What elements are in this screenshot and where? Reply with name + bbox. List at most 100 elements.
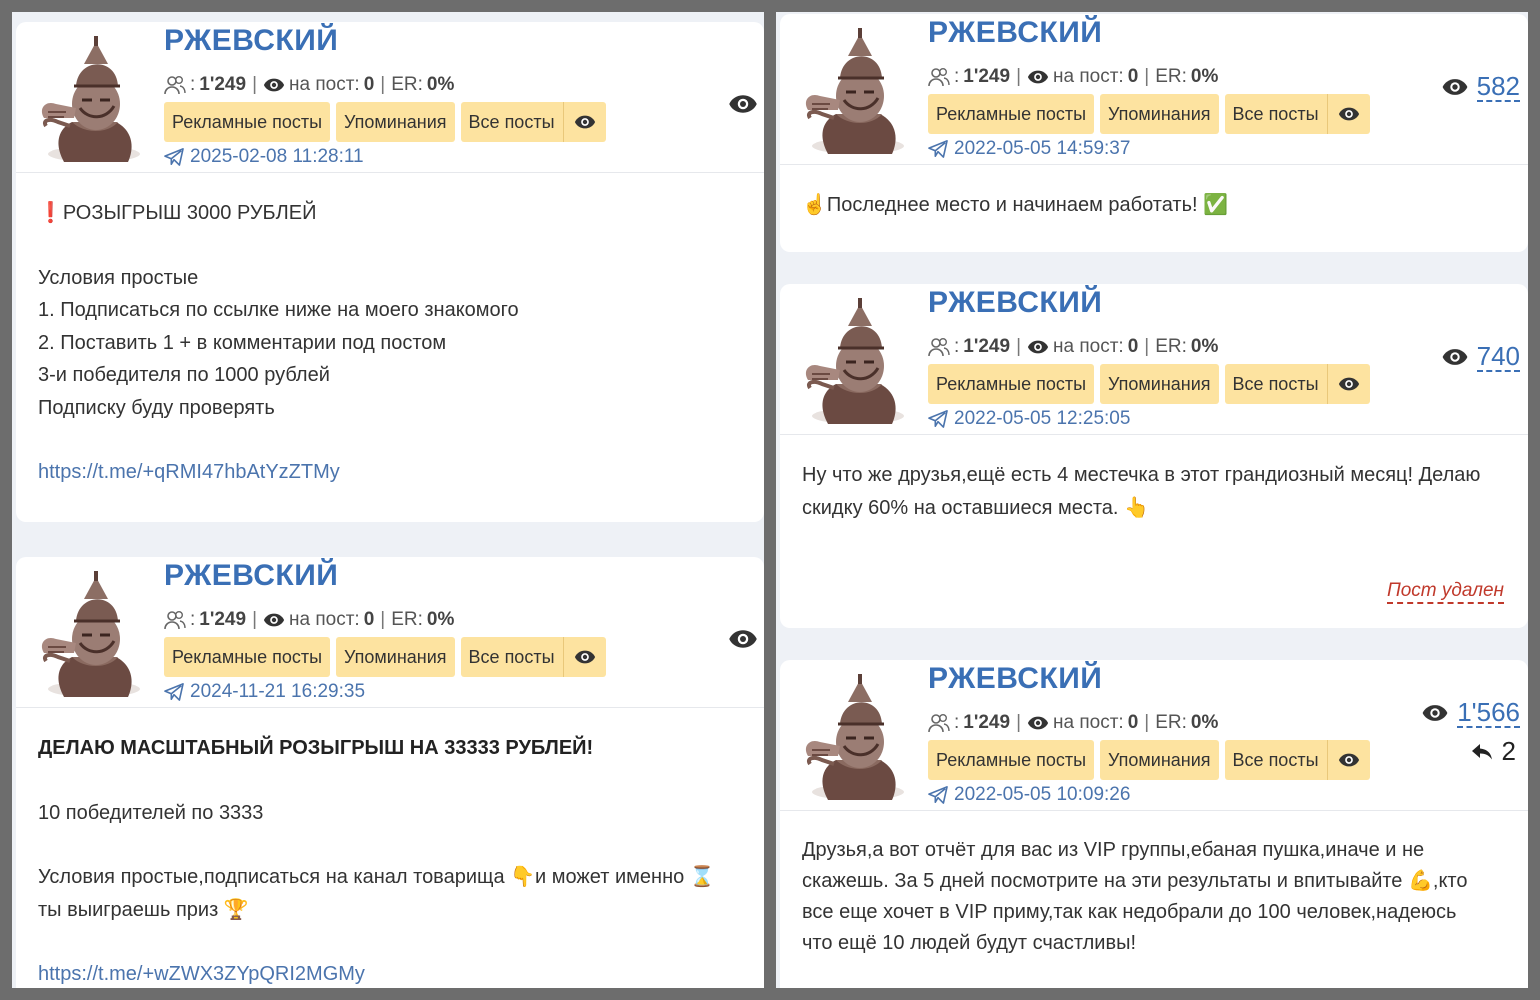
mentions-button[interactable]: Упоминания [336,102,455,142]
post-date[interactable]: 2022-05-05 12:25:05 [928,408,1130,430]
all-posts-button[interactable]: Все посты [1224,364,1327,404]
post-filter-buttons: Рекламные посты Упоминания Все посты [928,94,1370,134]
post-link[interactable]: https://t.me/+wZWX3ZYpQRI2MGMy [38,958,742,988]
reach-value: 0 [363,74,375,95]
views-counter: 740 [1441,342,1520,372]
post-date[interactable]: 2025-02-08 11:28:11 [164,146,364,168]
all-posts-group: Все посты [1224,364,1370,404]
channel-name[interactable]: РЖЕВСКИЙ [928,16,1102,50]
mentions-button[interactable]: Упоминания [1100,94,1219,134]
all-posts-button[interactable]: Все посты [460,102,563,142]
channel-stats: : 1'249 | на пост: 0 | ER: 0% [164,609,454,631]
view-toggle-eye-icon[interactable] [728,94,758,119]
ad-posts-button[interactable]: Рекламные посты [164,637,331,677]
post-line: скидку 60% на оставшиеся места. 👆 [802,496,1149,519]
post-card: РЖЕВСКИЙ : 1'249 | на пост: 0 | ER: 0% Р… [780,284,1528,628]
post-date-text: 2025-02-08 11:28:11 [190,146,364,167]
all-posts-button[interactable]: Все посты [1224,740,1327,780]
telegram-icon [164,148,184,166]
post-line: Подписку буду проверять [38,396,275,419]
ad-posts-button[interactable]: Рекламные посты [164,102,331,142]
telegram-icon [928,786,948,804]
ad-posts-button[interactable]: Рекламные посты [928,94,1095,134]
all-posts-eye-button[interactable] [1326,94,1370,134]
all-posts-button[interactable]: Все посты [460,637,563,677]
channel-name[interactable]: РЖЕВСКИЙ [164,24,338,58]
views-count[interactable]: 582 [1476,72,1520,102]
reach-value: 0 [1127,66,1139,87]
subscribers-icon [928,67,950,87]
views-counter: 582 [1441,72,1520,102]
eye-icon [1441,348,1469,366]
all-posts-eye-button[interactable] [1326,740,1370,780]
eye-icon [263,77,285,93]
eye-icon [1338,106,1360,122]
reach-label: на пост: [289,609,360,630]
post-body: Друзья,а вот отчёт для вас из VIP группы… [780,811,1528,969]
channel-avatar[interactable] [24,569,158,699]
eye-icon [1027,339,1049,355]
channel-avatar[interactable] [788,672,922,802]
post-header: РЖЕВСКИЙ : 1'249 | на пост: 0 | ER: 0% Р… [780,660,1528,811]
reach-label: на пост: [1053,712,1124,733]
mentions-button[interactable]: Упоминания [1100,364,1219,404]
post-line: ☝Последнее место и начинаем работать! ✅ [802,194,1229,216]
all-posts-eye-button[interactable] [562,102,606,142]
post-card: РЖЕВСКИЙ : 1'249 | на пост: 0 | ER: 0% Р… [780,660,1528,988]
subscribers-icon [164,75,186,95]
eye-icon [1421,704,1449,722]
right-column: РЖЕВСКИЙ : 1'249 | на пост: 0 | ER: 0% Р… [776,12,1528,988]
reach-label: на пост: [289,74,360,95]
views-count[interactable]: 740 [1476,342,1520,372]
channel-avatar[interactable] [788,296,922,426]
eye-icon [1441,78,1469,96]
post-link[interactable]: https://t.me/+qRMI47hbAtYzZTMy [38,456,742,489]
all-posts-button[interactable]: Все посты [1224,94,1327,134]
channel-avatar[interactable] [24,34,158,164]
channel-stats: : 1'249 | на пост: 0 | ER: 0% [928,336,1218,358]
forwards-counter: 2 [1470,736,1516,767]
post-filter-buttons: Рекламные посты Упоминания Все посты [928,364,1370,404]
subscribers-count: 1'249 [963,712,1011,733]
post-date[interactable]: 2022-05-05 10:09:26 [928,784,1130,806]
all-posts-group: Все посты [460,637,606,677]
view-toggle-eye-icon[interactable] [728,629,758,654]
post-header: РЖЕВСКИЙ : 1'249 | на пост: 0 | ER: 0% Р… [16,557,764,708]
er-label: ER: [1155,336,1187,357]
reply-arrow-icon [1470,742,1494,762]
all-posts-eye-button[interactable] [562,637,606,677]
post-date[interactable]: 2022-05-05 14:59:37 [928,138,1130,160]
post-filter-buttons: Рекламные посты Упоминания Все посты [928,740,1370,780]
er-value: 0% [426,609,455,630]
eye-icon [263,612,285,628]
post-body: ☝Последнее место и начинаем работать! ✅ [780,165,1528,232]
channel-name[interactable]: РЖЕВСКИЙ [928,662,1102,696]
reach-value: 0 [1127,336,1139,357]
ad-posts-button[interactable]: Рекламные посты [928,740,1095,780]
mentions-button[interactable]: Упоминания [1100,740,1219,780]
subscribers-count: 1'249 [963,66,1011,87]
telegram-icon [928,140,948,158]
subscribers-icon [928,713,950,733]
er-label: ER: [391,609,423,630]
post-date-text: 2022-05-05 10:09:26 [954,784,1131,805]
all-posts-eye-button[interactable] [1326,364,1370,404]
post-header: РЖЕВСКИЙ : 1'249 | на пост: 0 | ER: 0% Р… [780,284,1528,435]
reach-label: на пост: [1053,66,1124,87]
views-count[interactable]: 1'566 [1457,698,1520,728]
channel-name[interactable]: РЖЕВСКИЙ [164,559,338,593]
ad-posts-button[interactable]: Рекламные посты [928,364,1095,404]
post-deleted-status[interactable]: Пост удален [1386,580,1504,604]
eye-icon [1027,69,1049,85]
post-date-text: 2022-05-05 12:25:05 [954,408,1131,429]
telegram-icon [164,683,184,701]
post-header: РЖЕВСКИЙ : 1'249 | на пост: 0 | ER: 0% Р… [16,22,764,173]
mentions-button[interactable]: Упоминания [336,637,455,677]
post-date-text: 2024-11-21 16:29:35 [190,681,366,702]
subscribers-icon [928,337,950,357]
channel-name[interactable]: РЖЕВСКИЙ [928,286,1102,320]
post-date[interactable]: 2024-11-21 16:29:35 [164,681,365,703]
post-body: ❗РОЗЫГРЫШ 3000 РУБЛЕЙ Условия простые 1.… [16,173,764,499]
subscribers-count: 1'249 [963,336,1011,357]
channel-avatar[interactable] [788,26,922,156]
